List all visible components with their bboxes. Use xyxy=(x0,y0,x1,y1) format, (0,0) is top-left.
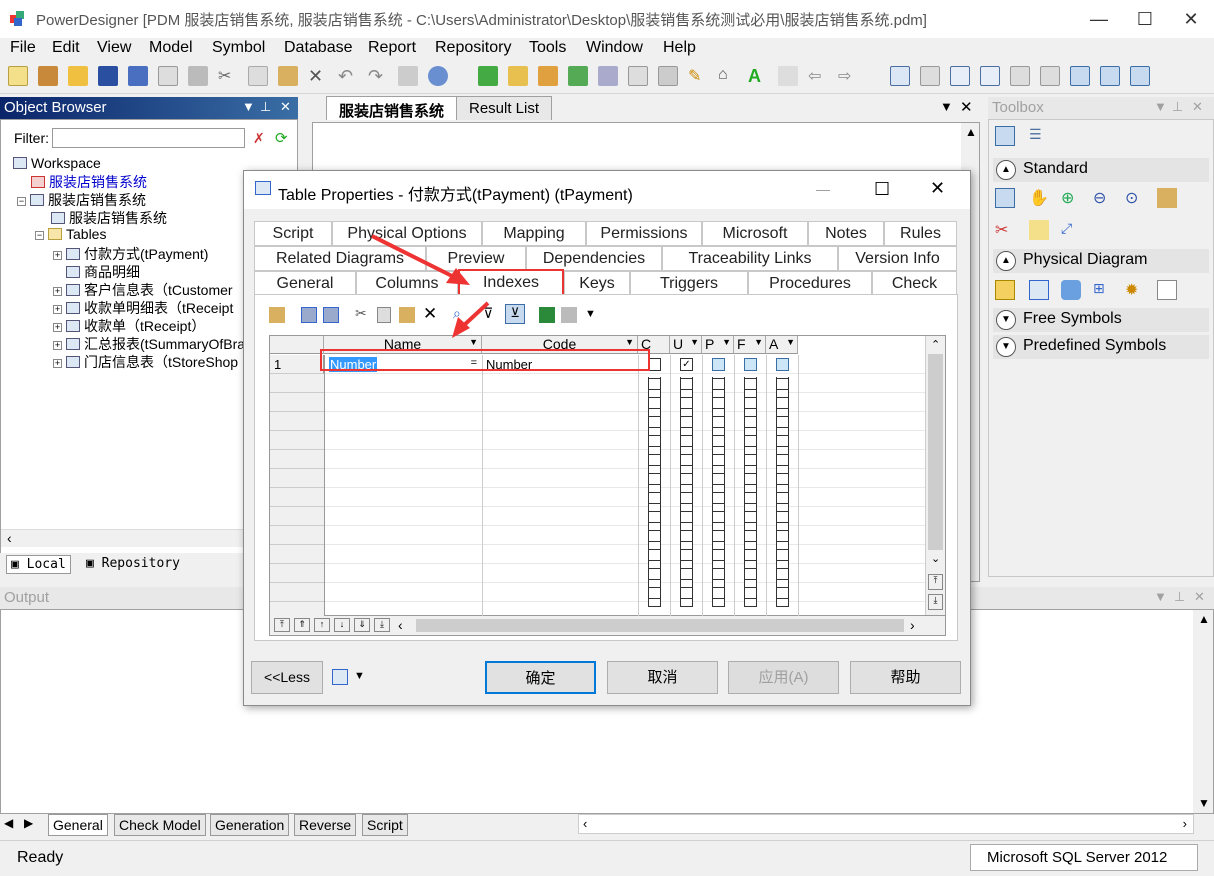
annotation-arrows xyxy=(371,234,490,338)
arrow-line-indexes xyxy=(371,234,459,281)
arrow-line-grid xyxy=(460,301,490,329)
